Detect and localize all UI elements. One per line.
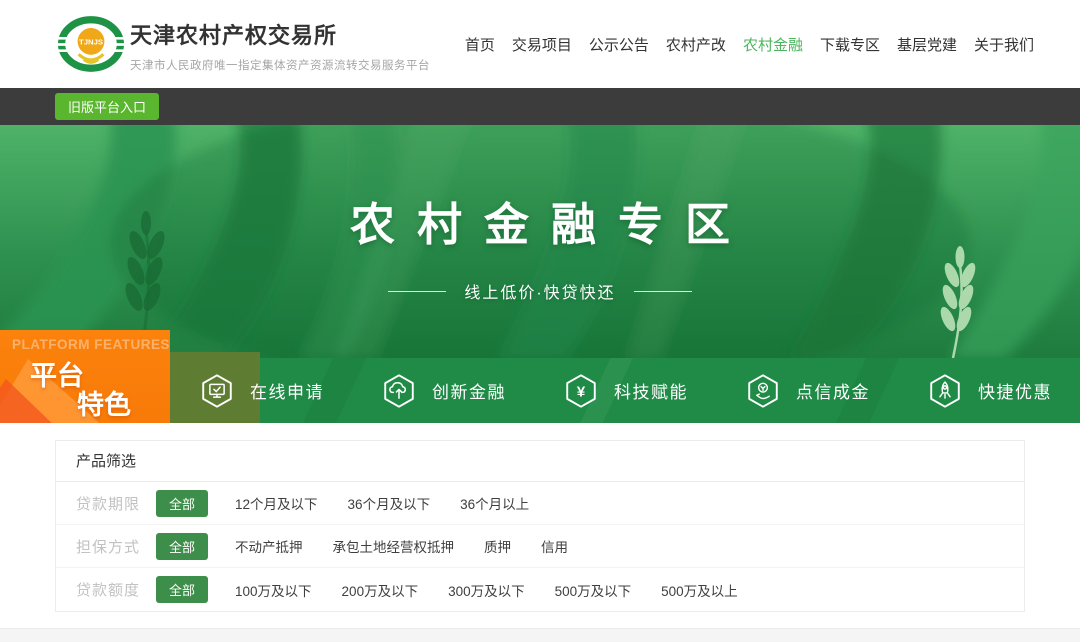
main-nav: 首页 交易项目 公示公告 农村产改 农村金融 下载专区 基层党建 关于我们 [465,0,1034,88]
utility-bar: 旧版平台入口 [0,88,1080,125]
filter-row-loan-term: 贷款期限 全部 12个月及以下 36个月及以下 36个月以上 [56,482,1024,525]
nav-item-party-building[interactable]: 基层党建 [897,34,957,55]
hero-banner: 农村金融专区 线上低价·快贷快还 [0,125,1080,358]
page: TJNJS 天津农村产权交易所 天津市人民政府唯一指定集体资产资源流转交易服务平… [0,0,1080,642]
tab-label: 在线申请 [250,378,324,403]
filter-option[interactable]: 36个月及以下 [348,493,431,513]
filter-label: 贷款期限 [76,493,156,514]
hero-title: 农村金融专区 [328,188,752,253]
filter-all-chip[interactable]: 全部 [156,576,208,603]
nav-item-rural-reform[interactable]: 农村产改 [666,34,726,55]
filter-card-title: 产品筛选 [56,441,1024,482]
nav-item-about-us[interactable]: 关于我们 [974,34,1034,55]
tab-credit-to-gold[interactable]: 点信成金 [716,358,898,423]
site-title: 天津农村产权交易所 [130,18,430,50]
svg-text:¥: ¥ [577,383,586,400]
logo-monogram: TJNJS [79,38,103,47]
footer-strip [0,628,1080,642]
platform-features-badge: PLATFORM FEATURES 平台 特色 [0,330,170,423]
filter-option[interactable]: 信用 [541,536,568,556]
cloud-upload-icon [380,372,418,410]
tab-label: 点信成金 [796,378,870,403]
nav-item-rural-finance[interactable]: 农村金融 [743,34,803,55]
tab-innovative-finance[interactable]: 创新金融 [352,358,534,423]
nav-item-downloads[interactable]: 下载专区 [820,34,880,55]
badge-title-line2: 特色 [77,383,131,422]
nav-item-home[interactable]: 首页 [465,34,495,55]
badge-title-line1: 平台 [30,354,84,393]
tab-label: 科技赋能 [614,378,688,403]
monitor-check-icon [198,372,236,410]
filter-row-loan-amount: 贷款额度 全部 100万及以下 200万及以下 300万及以下 500万及以下 … [56,568,1024,611]
filter-label: 贷款额度 [76,579,156,600]
filter-option[interactable]: 500万及以下 [555,580,632,600]
old-platform-entry-button[interactable]: 旧版平台入口 [55,93,159,120]
filter-option[interactable]: 500万及以上 [661,580,738,600]
site-subtitle: 天津市人民政府唯一指定集体资产资源流转交易服务平台 [130,57,430,73]
tab-online-apply[interactable]: 在线申请 [170,358,352,423]
filter-row-guarantee-type: 担保方式 全部 不动产抵押 承包土地经营权抵押 质押 信用 [56,525,1024,568]
filter-option[interactable]: 200万及以下 [342,580,419,600]
nav-item-announcements[interactable]: 公示公告 [589,34,649,55]
tab-label: 创新金融 [432,378,506,403]
filter-option[interactable]: 36个月以上 [460,493,529,513]
hero-subtitle-row: 线上低价·快贷快还 [388,279,691,303]
filter-option[interactable]: 300万及以下 [448,580,525,600]
nav-item-trade-projects[interactable]: 交易项目 [512,34,572,55]
brand-block: 天津农村产权交易所 天津市人民政府唯一指定集体资产资源流转交易服务平台 [130,18,430,73]
filter-option[interactable]: 100万及以下 [235,580,312,600]
subtitle-line-right [634,291,692,292]
filter-option[interactable]: 不动产抵押 [235,536,303,556]
hero-subtitle: 线上低价·快贷快还 [464,279,615,303]
subtitle-line-left [388,291,446,292]
filter-option[interactable]: 质押 [484,536,511,556]
exchange-logo[interactable]: TJNJS [58,11,124,77]
yen-icon: ¥ [562,372,600,410]
tab-fast-discount[interactable]: 快捷优惠 [898,358,1080,423]
filter-label: 担保方式 [76,536,156,557]
site-header: TJNJS 天津农村产权交易所 天津市人民政府唯一指定集体资产资源流转交易服务平… [0,0,1080,88]
filter-all-chip[interactable]: 全部 [156,490,208,517]
filter-option[interactable]: 12个月及以下 [235,493,318,513]
coin-hand-icon [744,372,782,410]
platform-features-eyebrow: PLATFORM FEATURES [12,337,170,352]
filter-all-chip[interactable]: 全部 [156,533,208,560]
tab-tech-empower[interactable]: ¥ 科技赋能 [534,358,716,423]
product-filter-card: 产品筛选 贷款期限 全部 12个月及以下 36个月及以下 36个月以上 担保方式… [55,440,1025,612]
tab-label: 快捷优惠 [978,378,1052,403]
rocket-icon [926,372,964,410]
filter-option[interactable]: 承包土地经营权抵押 [333,536,455,556]
